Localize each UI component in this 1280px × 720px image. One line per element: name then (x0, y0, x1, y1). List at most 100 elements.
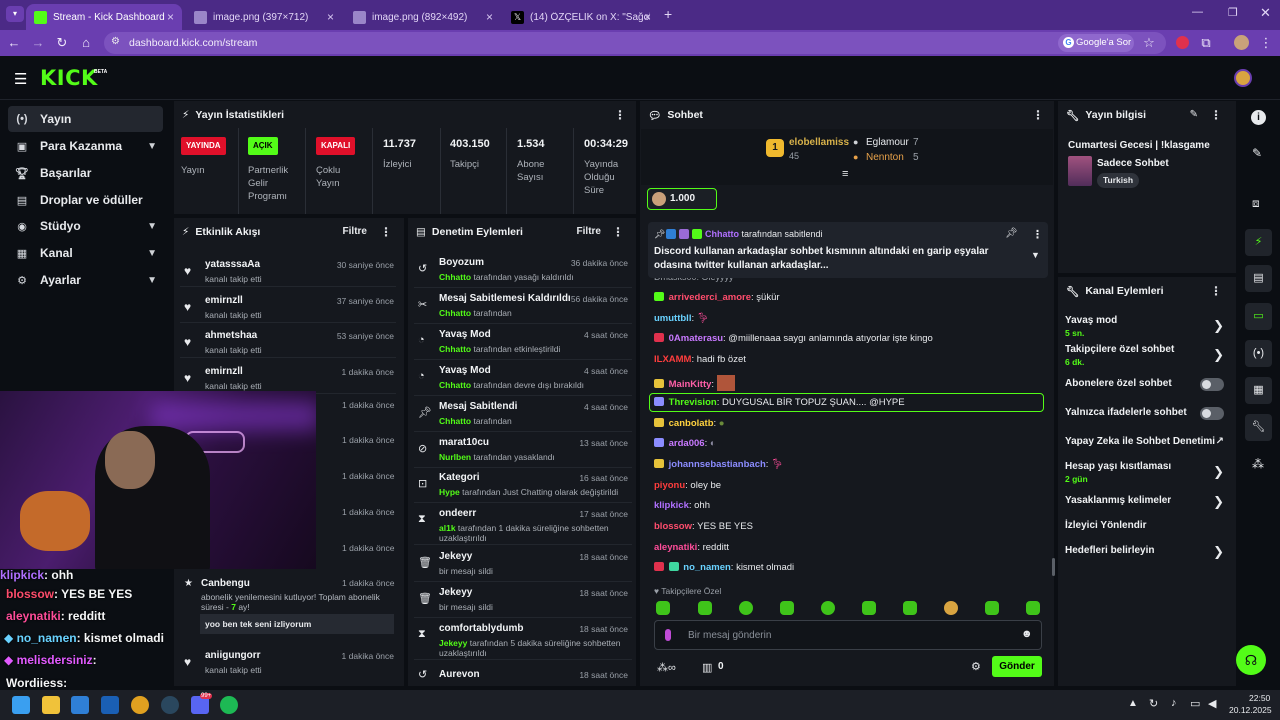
url-text[interactable]: dashboard.kick.com/stream (129, 37, 257, 49)
sidebar-item-basarilar[interactable]: 🏆︎ Başarılar (8, 160, 163, 186)
stats-menu-icon[interactable]: ⋮ (614, 108, 626, 122)
rail-chat-button[interactable]: ▭ (1245, 303, 1272, 330)
tray-sync-icon[interactable]: ↻ (1149, 697, 1158, 710)
site-info-icon[interactable]: ⚙ (111, 36, 120, 47)
emote-icon[interactable] (1026, 601, 1040, 615)
followers-only-row[interactable]: Takipçilere özel sohbet 6 dk. ❯ (1065, 344, 1230, 367)
extensions-icon[interactable]: ⧉ (1198, 35, 1214, 51)
support-button[interactable]: ☊ (1236, 645, 1266, 675)
moderation-menu-icon[interactable]: ⋮ (612, 225, 624, 239)
leader-name[interactable]: elobellamiss (789, 137, 849, 148)
emote-icon[interactable] (780, 601, 794, 615)
rail-bolt-button[interactable]: ⚡ (1245, 229, 1272, 256)
category-name[interactable]: Sadece Sohbet (1097, 158, 1169, 169)
activity-filter-button[interactable]: Filtre (343, 226, 367, 237)
home-icon[interactable]: ⌂ (78, 35, 94, 50)
user-avatar[interactable] (1234, 69, 1252, 87)
emote-icon[interactable] (862, 601, 876, 615)
spotify-icon[interactable] (220, 696, 238, 714)
chat-input-placeholder[interactable]: Bir mesaj gönderin (688, 630, 771, 641)
rail-broadcast-button[interactable]: (•) (1245, 340, 1272, 367)
clock-time[interactable]: 22:50 (1249, 693, 1270, 703)
rail-points-icon[interactable]: ⁂ (1252, 457, 1264, 471)
close-tab-icon[interactable]: × (644, 10, 651, 24)
leader-name[interactable]: Eglamour (866, 137, 909, 148)
store-icon[interactable]: ▥ (702, 661, 712, 674)
emote-icon[interactable] (985, 601, 999, 615)
moderation-filter-button[interactable]: Filtre (577, 226, 601, 237)
rail-wrench-button[interactable]: 🔧︎ (1245, 414, 1272, 441)
kick-logo[interactable]: KICK (40, 66, 98, 90)
emote-icon[interactable] (903, 601, 917, 615)
send-button[interactable]: Gönder (992, 656, 1042, 677)
emote-only-toggle[interactable] (1200, 407, 1224, 420)
tab-x-post[interactable]: 𝕏 (14) ÖZÇELİK on X: "Sağol abi ç × (503, 4, 659, 30)
tray-monitor-icon[interactable]: ▭ (1190, 697, 1200, 710)
new-tab-icon[interactable]: + (664, 6, 672, 22)
set-goals-row[interactable]: Hedefleri belirleyin ❯ (1065, 544, 1230, 559)
rail-document-button[interactable]: ▤ (1245, 265, 1272, 292)
reload-icon[interactable]: ↻ (54, 35, 70, 51)
info-icon[interactable]: i (1251, 110, 1266, 125)
bookmark-star-icon[interactable]: ☆ (1141, 35, 1157, 51)
restore-icon[interactable]: ❐ (1228, 6, 1238, 19)
extension-red-icon[interactable] (1176, 36, 1189, 49)
forward-icon[interactable]: → (30, 35, 46, 50)
emote-icon[interactable] (821, 601, 835, 615)
tab-search-icon[interactable]: ▾ (6, 6, 24, 22)
pinned-by-user[interactable]: Chhatto (705, 229, 739, 239)
sidebar-item-studyo[interactable]: ◉ Stüdyo ▼ (8, 213, 163, 239)
ai-moderation-row[interactable]: Yapay Zeka ile Sohbet Denetimi ↗ (1065, 436, 1230, 447)
unpin-button-icon[interactable]: 📌︎ (1005, 228, 1018, 239)
tray-mic-icon[interactable]: ♪ (1171, 697, 1177, 709)
google-ask-button[interactable]: G Google'a Sor (1058, 34, 1134, 52)
sidebar-item-para-kazanma[interactable]: ▣ Para Kazanma ▼ (8, 133, 163, 159)
sidebar-item-droplar[interactable]: ▤ Droplar ve ödüller (8, 187, 163, 213)
steam-icon[interactable] (161, 696, 179, 714)
emote-only-row[interactable]: Yalnızca ifadelerle sohbet (1065, 407, 1230, 420)
chat-menu-icon[interactable]: ⋮ (1032, 108, 1044, 122)
tray-volume-icon[interactable]: ◀ (1208, 697, 1216, 710)
outlook-new-icon[interactable] (101, 696, 119, 714)
file-explorer-icon[interactable] (42, 696, 60, 714)
browser-menu-icon[interactable]: ⋮ (1258, 35, 1274, 51)
emote-icon[interactable] (944, 601, 958, 615)
emote-icon[interactable] (656, 601, 670, 615)
emoji-picker-icon[interactable]: ☻ (1021, 628, 1033, 640)
leader-name[interactable]: Nennton (866, 152, 904, 163)
windows-start-icon[interactable] (12, 696, 30, 714)
sidebar-item-yayin[interactable]: (•) Yayın (8, 106, 163, 132)
crop-icon[interactable]: ⧈ (1252, 196, 1260, 211)
hamburger-menu-icon[interactable]: ☰ (14, 70, 27, 88)
subscribers-only-row[interactable]: Abonelere özel sohbet (1065, 378, 1230, 391)
back-icon[interactable]: ← (6, 35, 22, 50)
chrome-icon[interactable] (131, 696, 149, 714)
chat-scrollbar[interactable] (1052, 558, 1055, 576)
sidebar-item-ayarlar[interactable]: ⚙ Ayarlar ▼ (8, 267, 163, 293)
tip-pill[interactable]: 1.000 (647, 188, 717, 210)
redirect-viewers-row[interactable]: İzleyici Yönlendir (1065, 520, 1230, 531)
tray-chevron-icon[interactable]: ▲ (1128, 698, 1138, 709)
close-tab-icon[interactable]: × (327, 10, 334, 24)
tab-image-2[interactable]: image.png (892×492) × (345, 4, 501, 30)
edit-icon[interactable]: ✎ (1252, 146, 1262, 160)
subscribers-only-toggle[interactable] (1200, 378, 1224, 391)
tab-kick-dashboard[interactable]: Stream - Kick Dashboard × (26, 4, 182, 30)
expand-leaderboard-icon[interactable]: ≡ (842, 168, 848, 180)
tab-image-1[interactable]: image.png (397×712) × (186, 4, 342, 30)
points-icon[interactable]: ⁂∞ (657, 661, 676, 674)
address-bar[interactable] (104, 32, 1166, 54)
close-tab-icon[interactable]: × (167, 10, 174, 24)
expand-pinned-icon[interactable]: ▼ (1031, 250, 1040, 260)
profile-avatar[interactable] (1234, 35, 1249, 50)
category-thumbnail[interactable] (1068, 156, 1092, 186)
chat-input-box[interactable]: Bir mesaj gönderin ☻ (654, 620, 1042, 650)
info-menu-icon[interactable]: ⋮ (1210, 108, 1222, 122)
emote-icon[interactable] (698, 601, 712, 615)
banned-words-row[interactable]: Yasaklanmış kelimeler ❯ (1065, 494, 1230, 509)
account-age-row[interactable]: Hesap yaşı kısıtlaması 2 gün ❯ (1065, 461, 1230, 484)
minimize-icon[interactable]: — (1192, 6, 1203, 18)
channel-actions-menu-icon[interactable]: ⋮ (1210, 284, 1222, 298)
rail-layout-button[interactable]: ▦ (1245, 377, 1272, 404)
pinned-menu-icon[interactable]: ⋮ (1032, 228, 1043, 241)
